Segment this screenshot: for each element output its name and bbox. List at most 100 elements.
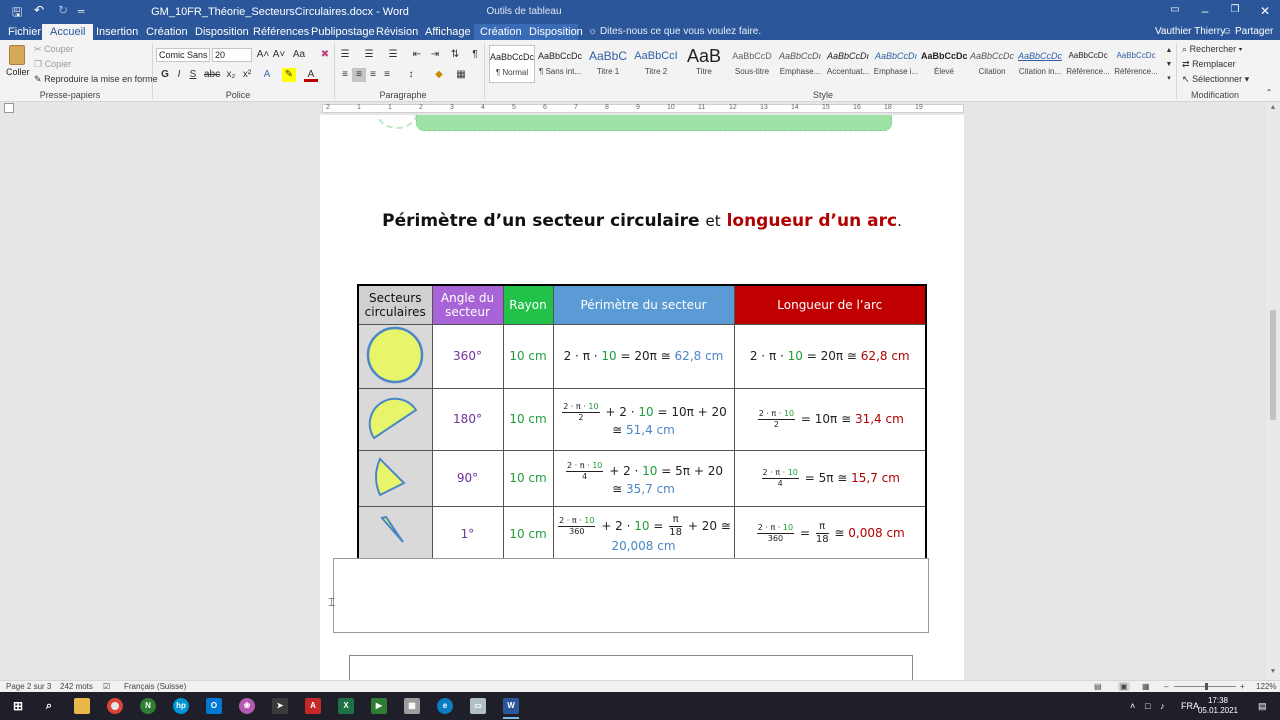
share-button[interactable]: ☺ Partager <box>1222 26 1273 37</box>
language-indicator[interactable]: Français (Suisse) <box>124 682 186 691</box>
tab-table-layout[interactable]: Disposition <box>529 26 583 38</box>
document-page[interactable]: Périmètre d’un secteur circulaire et lon… <box>320 115 964 680</box>
change-case-icon[interactable]: Aa <box>292 48 306 62</box>
read-mode-icon[interactable]: ▤ <box>1094 682 1102 691</box>
bullets-icon[interactable]: ☰ <box>338 48 352 62</box>
empty-text-box[interactable] <box>333 558 929 633</box>
tab-references[interactable]: Références <box>253 26 309 38</box>
network-icon[interactable]: □ <box>1145 701 1150 711</box>
sectors-table[interactable]: Secteurs circulaires Angle du secteur Ra… <box>357 284 927 563</box>
bold-icon[interactable]: G <box>158 68 172 82</box>
app-icon[interactable]: ▶ <box>371 698 387 714</box>
tab-design[interactable]: Création <box>146 26 188 38</box>
scroll-up-icon[interactable]: ▲ <box>1266 104 1280 111</box>
system-clock[interactable]: 17:38 05.01.2021 <box>1196 696 1240 716</box>
sector-cell[interactable] <box>357 323 433 389</box>
sector-cell[interactable] <box>357 505 433 563</box>
ribbon-display-options-icon[interactable]: ▭ <box>1160 4 1190 15</box>
shading-icon[interactable]: ◆ <box>432 68 446 82</box>
sector-cell[interactable] <box>357 387 433 451</box>
sector-cell[interactable] <box>357 449 433 507</box>
arc-cell[interactable]: 2 · π · 10 4 = 5π ≅ 15,7 cm <box>733 449 927 507</box>
style-item[interactable]: AaBbCcDc Référence... <box>1065 45 1111 83</box>
header-angle[interactable]: Angle du secteur <box>431 284 504 325</box>
style-item[interactable]: AaBbCcD Sous-titre <box>729 45 775 83</box>
radius-cell[interactable]: 10 cm <box>502 449 554 507</box>
multilevel-list-icon[interactable]: ☰ <box>386 48 400 62</box>
tab-file[interactable]: Fichier <box>8 26 41 38</box>
minimize-icon[interactable]: – <box>1190 4 1220 18</box>
tab-layout[interactable]: Disposition <box>195 26 249 38</box>
user-account[interactable]: Vauthier Thierry <box>1155 26 1225 37</box>
volume-icon[interactable]: ♪ <box>1160 701 1165 711</box>
restore-icon[interactable]: ❐ <box>1220 4 1250 15</box>
calculator-icon[interactable]: ▦ <box>404 698 420 714</box>
vertical-scrollbar[interactable]: ▲ ▼ <box>1266 102 1280 680</box>
gallery-up-icon[interactable]: ▲ <box>1162 44 1176 58</box>
style-item[interactable]: AaBbC Titre 1 <box>585 45 631 83</box>
font-color-icon[interactable]: A <box>304 68 318 82</box>
excel-icon[interactable]: X <box>338 698 354 714</box>
radius-cell[interactable]: 10 cm <box>502 387 554 451</box>
zoom-out-icon[interactable]: – <box>1164 682 1168 691</box>
superscript-icon[interactable]: x² <box>240 68 254 82</box>
clear-formatting-icon[interactable]: ✖ <box>318 48 332 62</box>
hp-icon[interactable]: hp <box>173 698 189 714</box>
header-radius[interactable]: Rayon <box>502 284 554 325</box>
zoom-slider-thumb[interactable] <box>1205 683 1208 690</box>
app-icon[interactable]: ▭ <box>470 698 486 714</box>
subscript-icon[interactable]: x₂ <box>224 68 238 82</box>
angle-cell[interactable]: 1° <box>431 505 504 563</box>
style-item[interactable]: AaBbCcDı Emphase... <box>777 45 823 83</box>
acrobat-icon[interactable]: A <box>305 698 321 714</box>
find-button[interactable]: ⌕ Rechercher ▾ <box>1182 44 1242 55</box>
angle-cell[interactable]: 90° <box>431 449 504 507</box>
header-arc[interactable]: Longueur de l’arc <box>733 284 927 325</box>
tab-selector[interactable] <box>4 103 14 113</box>
outlook-icon[interactable]: O <box>206 698 222 714</box>
tell-me-search[interactable]: ☼ Dites-nous ce que vous voulez faire. <box>588 26 761 37</box>
underline-icon[interactable]: S <box>186 68 200 82</box>
style-item[interactable]: AaBbCcDc ¶ Sans int... <box>537 45 583 83</box>
gallery-down-icon[interactable]: ▼ <box>1162 58 1176 72</box>
edge-icon[interactable]: e <box>437 698 453 714</box>
font-size-select[interactable]: 20 <box>212 48 252 62</box>
angle-cell[interactable]: 360° <box>431 323 504 389</box>
tab-view[interactable]: Affichage <box>425 26 471 38</box>
scroll-down-icon[interactable]: ▼ <box>1266 668 1280 675</box>
pilcrow-icon[interactable]: ¶ <box>468 48 482 62</box>
highlight-icon[interactable]: ✎ <box>282 68 296 82</box>
horizontal-ruler[interactable]: 2 1 1 2 3 4 5 6 7 8 9 10 11 12 13 14 15 16 18 19 <box>0 102 1280 115</box>
tab-insert[interactable]: Insertion <box>96 26 138 38</box>
select-button[interactable]: ↖ Sélectionner ▾ <box>1182 74 1249 85</box>
zoom-in-icon[interactable]: + <box>1240 682 1245 691</box>
style-item[interactable]: AaBbCcDc Élevé <box>921 45 967 83</box>
search-icon[interactable]: ⌕ <box>41 698 57 714</box>
line-spacing-icon[interactable]: ↕ <box>404 68 418 82</box>
style-item[interactable]: AaB Titre <box>681 45 727 83</box>
tab-table-design[interactable]: Création <box>480 26 522 38</box>
borders-icon[interactable]: ▦ <box>454 68 468 82</box>
shrink-font-icon[interactable]: A˅ <box>272 48 286 62</box>
show-hidden-icons[interactable]: ˄ <box>1130 701 1135 711</box>
header-sectors[interactable]: Secteurs circulaires <box>357 284 433 325</box>
close-icon[interactable]: ✕ <box>1250 4 1280 18</box>
windows-start-icon[interactable]: ⊞ <box>10 698 26 714</box>
gallery-more-icon[interactable]: ▾ <box>1162 72 1176 86</box>
style-item[interactable]: AaBbCcDı Accentuat... <box>825 45 871 83</box>
style-item[interactable]: AaBbCcDc Citation in... <box>1017 45 1063 83</box>
replace-button[interactable]: ⇄ Remplacer <box>1182 59 1236 70</box>
style-item[interactable]: AaBbCcDc Citation <box>969 45 1015 83</box>
align-right-icon[interactable]: ≡ <box>366 68 380 82</box>
cut-button[interactable]: ✂ Couper <box>34 44 74 55</box>
style-item[interactable]: AaBbCcI Titre 2 <box>633 45 679 83</box>
header-perimeter[interactable]: Périmètre du secteur <box>552 284 735 325</box>
align-center-icon[interactable]: ≡ <box>352 68 366 82</box>
decrease-indent-icon[interactable]: ⇤ <box>410 48 424 62</box>
zoom-level[interactable]: 122% <box>1256 682 1276 691</box>
format-painter-button[interactable]: ✎ Reproduire la mise en forme <box>34 74 158 85</box>
paste-button[interactable]: Coller <box>6 43 30 83</box>
word-count[interactable]: 242 mots <box>60 682 93 691</box>
tab-mailings[interactable]: Publipostage <box>311 26 375 38</box>
app-icon[interactable]: ❀ <box>239 698 255 714</box>
